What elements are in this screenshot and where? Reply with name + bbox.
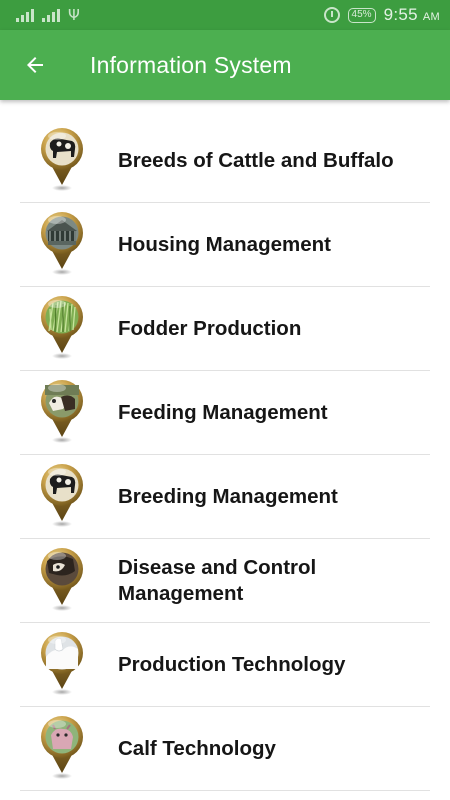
menu-item-label: Feeding Management <box>118 400 328 424</box>
signal-icon <box>16 8 34 22</box>
usb-icon: Ψ <box>68 6 80 24</box>
menu-item-disease[interactable]: Disease and Control Management <box>20 539 430 623</box>
menu-item-label: Breeds of Cattle and Buffalo <box>118 148 394 172</box>
disease-pin-icon <box>41 548 83 611</box>
menu-item-fodder[interactable]: Fodder Production <box>20 287 430 371</box>
back-button[interactable] <box>0 30 70 100</box>
menu-item-calf[interactable]: Calf Technology <box>20 707 430 791</box>
menu-list: Breeds of Cattle and Buffalo Housing Man… <box>0 100 450 800</box>
menu-item-label: Breeding Management <box>118 484 338 508</box>
menu-item-housing[interactable]: Housing Management <box>20 203 430 287</box>
cow-pin-icon <box>41 464 83 527</box>
page-title: Information System <box>90 51 292 78</box>
cattle-pin-icon <box>41 128 83 191</box>
arrow-left-icon <box>27 57 43 73</box>
menu-item-label: Production Technology <box>118 652 346 676</box>
shed-pin-icon <box>41 212 83 275</box>
alarm-icon <box>323 7 340 23</box>
calf-pin-icon <box>41 716 83 779</box>
app-bar: Information System <box>0 30 450 100</box>
status-bar: Ψ 45% 9:55 AM <box>0 0 450 30</box>
menu-item-feeding[interactable]: Feeding Management <box>20 371 430 455</box>
menu-item-label: Housing Management <box>118 232 331 256</box>
clock: 9:55 AM <box>383 5 440 24</box>
feeding-pin-icon <box>41 380 83 443</box>
signal-icon <box>42 8 60 22</box>
menu-item-label: Disease and Control Management <box>118 555 317 605</box>
battery-icon: 45% <box>347 7 376 23</box>
milk-pin-icon <box>41 632 83 695</box>
menu-item-breeds[interactable]: Breeds of Cattle and Buffalo <box>20 119 430 203</box>
menu-item-label: Calf Technology <box>118 736 276 760</box>
status-left: Ψ <box>16 6 80 24</box>
grass-pin-icon <box>41 296 83 359</box>
status-right: 45% 9:55 AM <box>323 5 440 25</box>
menu-item-label: Fodder Production <box>118 316 302 340</box>
menu-item-production[interactable]: Production Technology <box>20 623 430 707</box>
menu-item-breeding[interactable]: Breeding Management <box>20 455 430 539</box>
